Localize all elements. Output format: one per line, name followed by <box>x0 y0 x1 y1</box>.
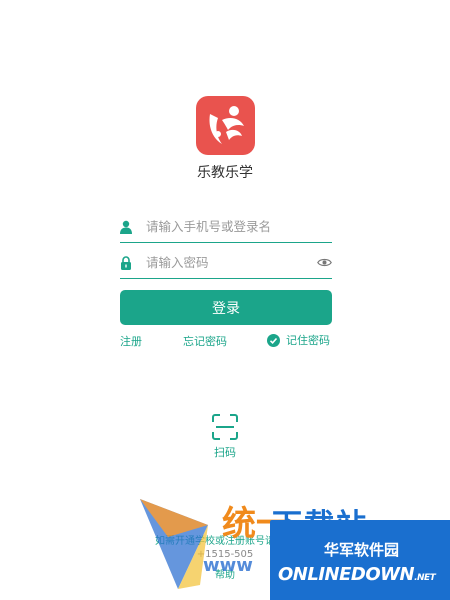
scan-icon <box>212 414 238 440</box>
register-link[interactable]: 注册 <box>120 333 142 349</box>
eye-icon[interactable] <box>317 257 332 268</box>
login-button[interactable]: 登录 <box>120 290 332 325</box>
scan-label: 扫码 <box>214 446 236 459</box>
forgot-password-link[interactable]: 忘记密码 <box>183 333 227 349</box>
remember-password-toggle[interactable]: 记住密码 <box>267 332 330 348</box>
footer-phone: +1515-505 <box>196 549 254 560</box>
footer-contact-text: 如需开通学校或注册账号请联系 <box>155 536 295 547</box>
scan-button[interactable]: 扫码 <box>205 414 245 460</box>
app-logo <box>196 96 255 155</box>
check-icon <box>267 333 280 347</box>
remember-password-label: 记住密码 <box>286 334 330 347</box>
user-icon <box>120 220 132 234</box>
app-name: 乐教乐学 <box>197 165 253 181</box>
username-input[interactable] <box>146 215 316 237</box>
password-input[interactable] <box>146 251 316 273</box>
logo-figure-icon <box>209 106 244 144</box>
help-link[interactable]: 帮助 <box>0 566 450 581</box>
lock-icon <box>121 256 131 270</box>
username-field[interactable] <box>120 212 332 243</box>
password-field[interactable] <box>120 248 332 279</box>
